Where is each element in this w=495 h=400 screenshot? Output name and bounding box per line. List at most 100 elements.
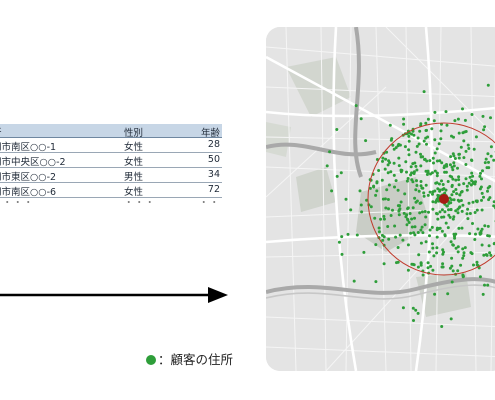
customer-dot bbox=[444, 170, 448, 174]
customer-dot bbox=[451, 243, 455, 247]
customer-dot bbox=[480, 243, 484, 247]
customer-dot bbox=[435, 147, 439, 151]
customer-dot bbox=[377, 230, 381, 234]
customer-dot bbox=[389, 214, 393, 217]
customer-dot bbox=[435, 159, 439, 163]
customer-dot bbox=[463, 246, 467, 250]
customer-dot bbox=[375, 180, 379, 184]
customer-dot bbox=[383, 197, 387, 201]
customer-dot bbox=[461, 247, 465, 251]
customer-dot bbox=[434, 199, 438, 203]
customer-dot bbox=[448, 163, 452, 167]
customer-dot bbox=[409, 165, 413, 169]
customer-dot bbox=[456, 269, 460, 273]
customer-dot bbox=[432, 254, 436, 258]
customer-dot bbox=[389, 138, 393, 142]
customer-dot bbox=[433, 138, 437, 142]
customer-dot bbox=[469, 183, 473, 187]
customer-dot bbox=[465, 184, 469, 188]
customer-dot bbox=[455, 192, 459, 196]
customer-dot bbox=[436, 217, 440, 221]
customer-dot bbox=[416, 136, 420, 140]
customer-dot bbox=[428, 234, 431, 238]
customer-dot bbox=[374, 193, 378, 197]
customer-dot bbox=[416, 265, 420, 269]
ellipsis-gender: ・・・ bbox=[124, 198, 156, 209]
customer-dot bbox=[466, 217, 470, 221]
customer-dot bbox=[407, 153, 411, 157]
customer-dot bbox=[445, 164, 449, 168]
customer-dot bbox=[358, 189, 362, 193]
customer-dot bbox=[410, 225, 414, 229]
customer-dot bbox=[450, 183, 454, 187]
customer-dot bbox=[440, 229, 444, 233]
customer-dot bbox=[424, 215, 428, 219]
customer-dot bbox=[431, 268, 435, 272]
customer-dot bbox=[328, 150, 332, 154]
customer-dot bbox=[449, 208, 453, 211]
customer-dot bbox=[457, 199, 461, 203]
customer-dot bbox=[386, 171, 390, 175]
customer-dot bbox=[471, 222, 474, 225]
customer-dot bbox=[454, 246, 458, 250]
customer-dot bbox=[373, 216, 377, 220]
customer-dot bbox=[475, 260, 479, 264]
customer-dot bbox=[489, 116, 492, 120]
customer-dot bbox=[405, 170, 408, 174]
customer-dot bbox=[464, 130, 468, 133]
customer-dot bbox=[452, 161, 456, 165]
customer-dot bbox=[433, 110, 437, 114]
customer-dot bbox=[465, 212, 469, 216]
customer-dot bbox=[397, 213, 401, 217]
customer-dot bbox=[423, 158, 426, 161]
customer-dot bbox=[421, 231, 425, 235]
customer-dot bbox=[483, 224, 487, 228]
customer-dot bbox=[346, 232, 350, 236]
customer-dot bbox=[424, 183, 428, 187]
legend-label: ：顧客の住所 bbox=[158, 352, 234, 367]
cell-age: 50 bbox=[207, 154, 220, 165]
customer-dot bbox=[445, 123, 449, 127]
customer-dot bbox=[407, 134, 411, 138]
customer-dot bbox=[438, 189, 442, 193]
customer-dot bbox=[426, 266, 430, 270]
customer-dot bbox=[441, 183, 445, 186]
customer-dot bbox=[435, 246, 439, 250]
customer-dot bbox=[427, 210, 430, 214]
customer-dot bbox=[446, 180, 450, 183]
customer-dot bbox=[459, 263, 463, 267]
customer-dot bbox=[423, 223, 427, 227]
customer-dot bbox=[479, 231, 483, 235]
customer-dot bbox=[454, 209, 458, 213]
customer-dot bbox=[431, 242, 434, 246]
customer-dot bbox=[485, 166, 489, 170]
customer-dot bbox=[352, 279, 356, 283]
customer-dot bbox=[478, 174, 482, 178]
customer-dot bbox=[377, 169, 381, 172]
customer-dot bbox=[451, 217, 455, 221]
customer-dot bbox=[470, 252, 474, 256]
customer-dot bbox=[426, 193, 430, 197]
customer-dot bbox=[414, 164, 418, 168]
customer-dot bbox=[405, 213, 409, 217]
customer-dot bbox=[463, 118, 467, 122]
customer-dot bbox=[416, 311, 420, 315]
customer-dot bbox=[431, 246, 435, 250]
customer-dot bbox=[409, 231, 413, 235]
cell-gender: 女性 bbox=[124, 157, 144, 168]
customer-dot bbox=[452, 154, 456, 158]
customer-dot bbox=[410, 171, 414, 175]
customer-dot bbox=[383, 167, 387, 171]
customer-dot bbox=[415, 179, 418, 183]
customer-dot bbox=[487, 244, 491, 248]
customer-dot bbox=[418, 129, 422, 133]
customer-dot bbox=[464, 177, 468, 181]
customer-dot bbox=[406, 207, 410, 211]
customer-dot bbox=[475, 200, 479, 204]
customer-dot bbox=[462, 156, 466, 160]
customer-dot bbox=[377, 226, 381, 230]
customer-dot bbox=[464, 149, 468, 153]
customer-dot bbox=[419, 180, 423, 183]
customer-dot bbox=[450, 175, 454, 179]
customer-dot bbox=[369, 205, 373, 209]
